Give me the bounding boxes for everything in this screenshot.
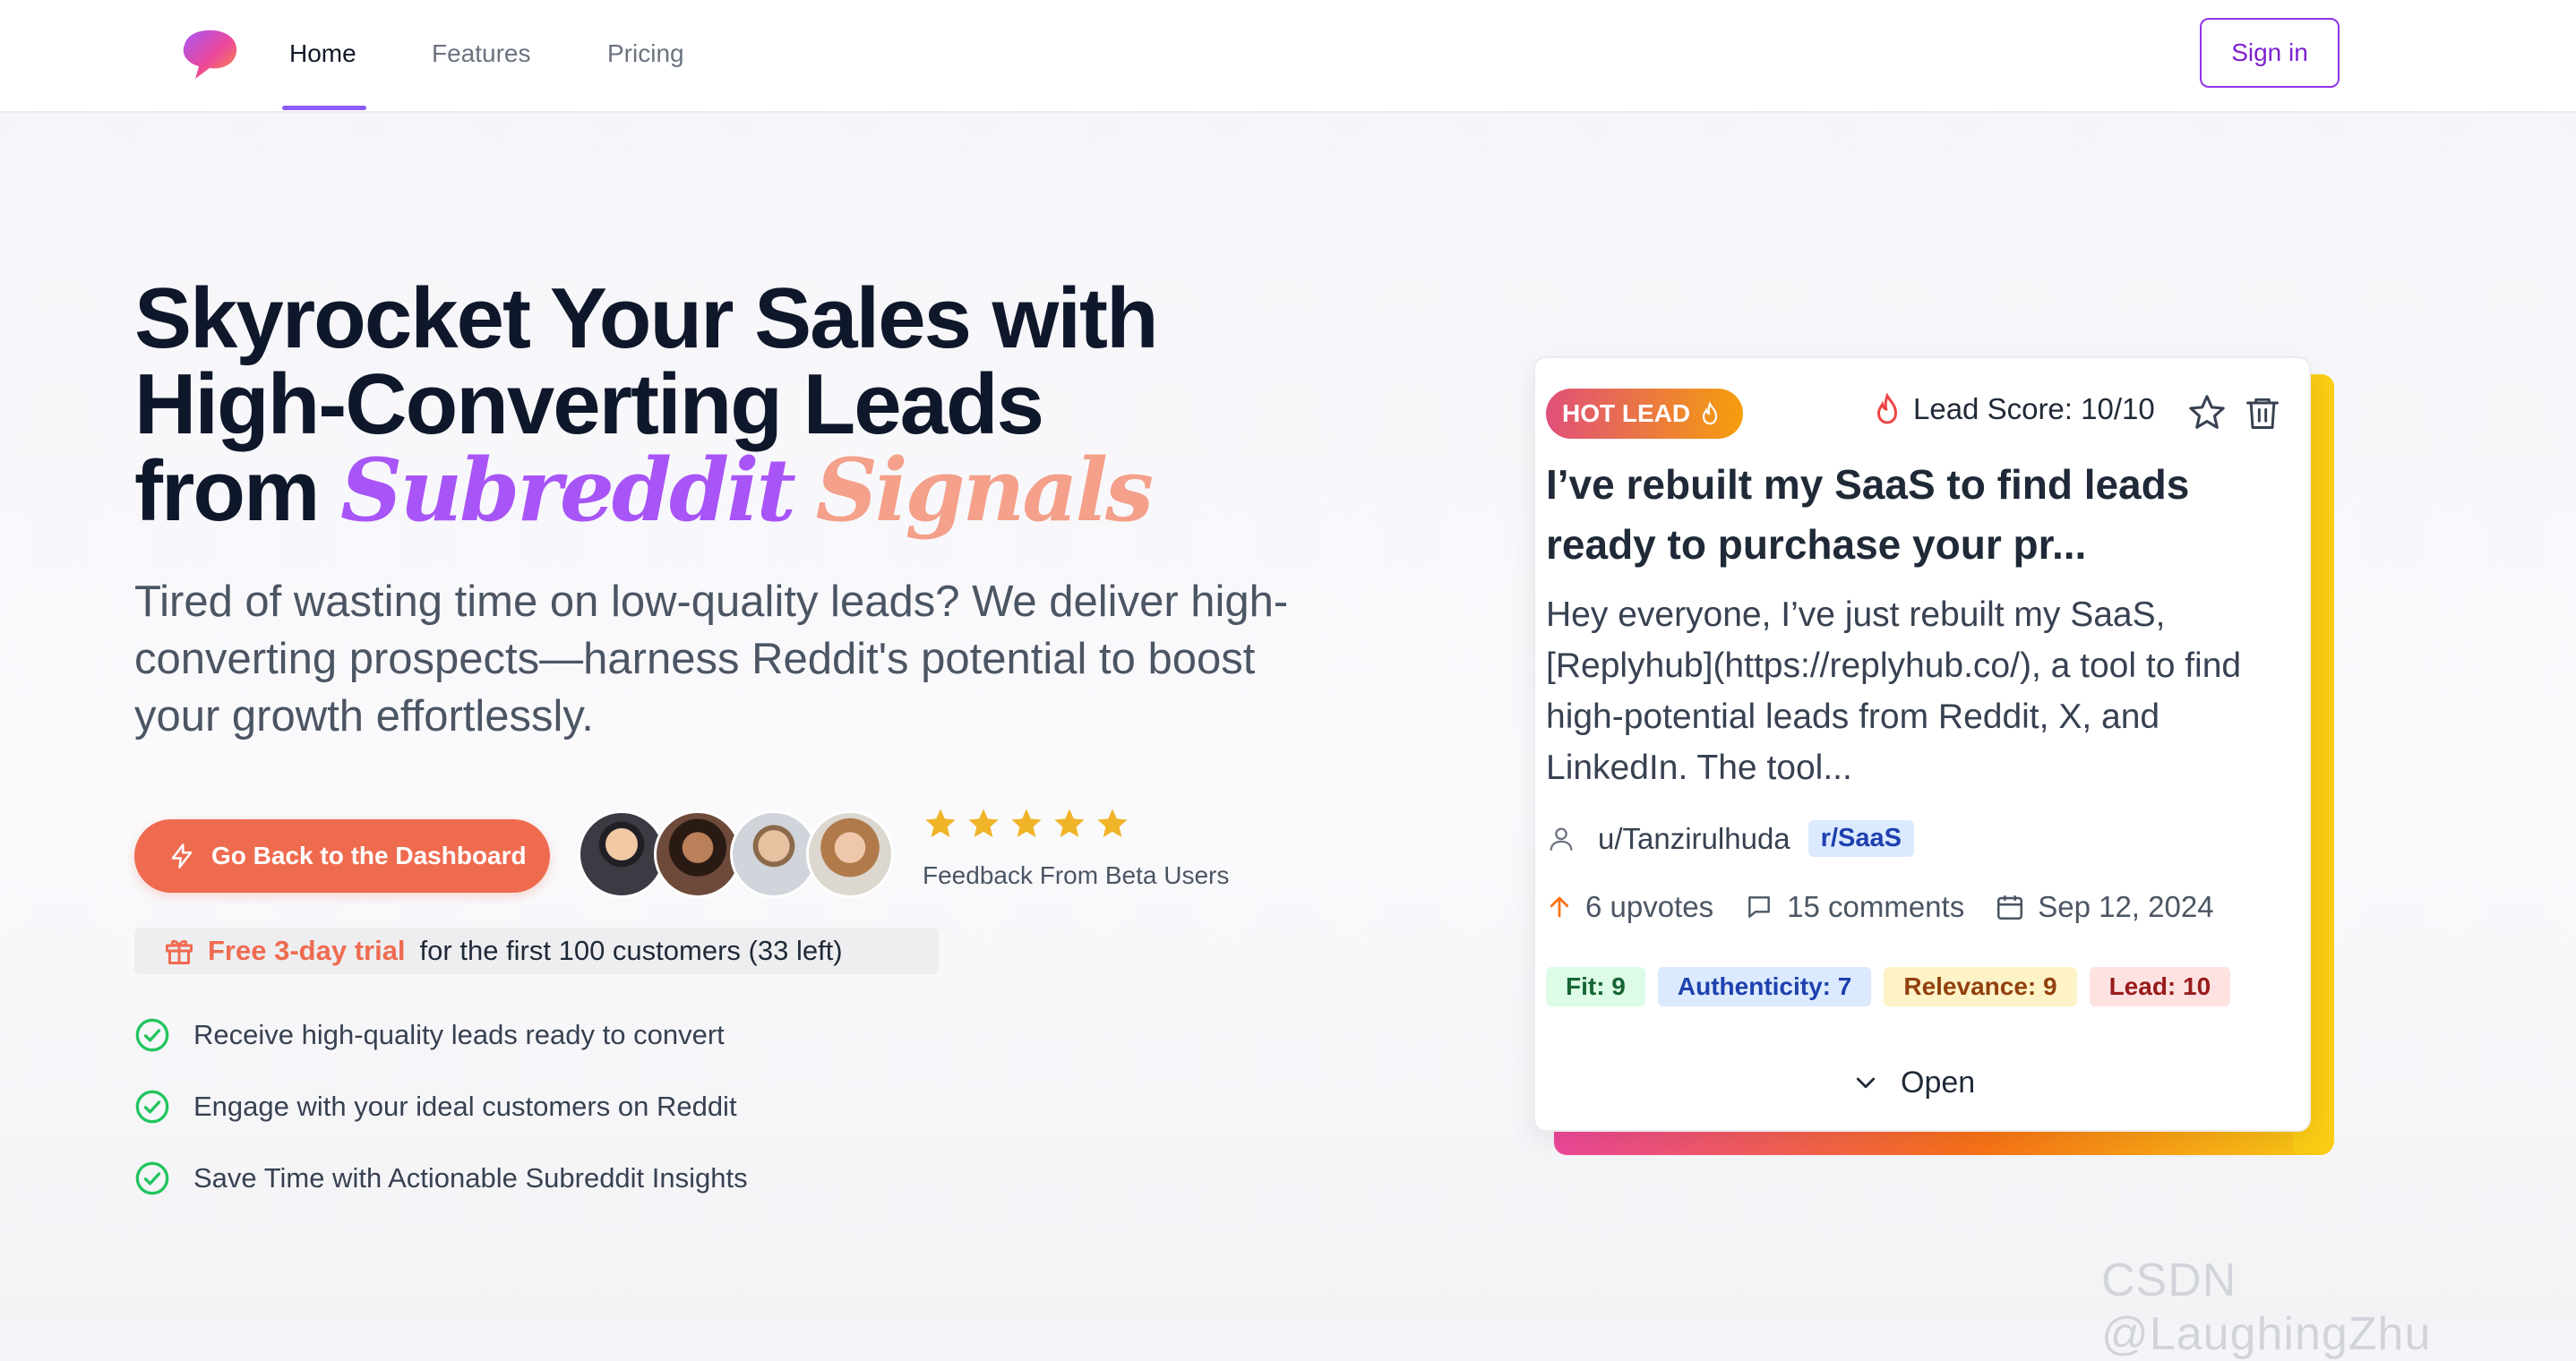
feedback-label: Feedback From Beta Users <box>923 861 1230 889</box>
star-icon <box>1011 809 1042 837</box>
trial-text: for the first 100 customers (33 left) <box>419 935 843 966</box>
arrow-up-icon <box>1550 896 1569 918</box>
score-tags: Fit: 9 Authenticity: 7 Relevance: 9 Lead… <box>1546 967 2231 1006</box>
comments-label: 15 comments <box>1787 890 1965 923</box>
flame-icon <box>1877 392 1897 424</box>
lead-score: Lead Score: 10/10 <box>1872 392 2155 426</box>
nav-features[interactable]: Features <box>432 39 531 68</box>
lead-card: HOT LEAD Lead Score: 10/10 I’ve rebuilt … <box>1533 356 2311 1132</box>
author-row: u/Tanzirulhuda r/SaaS <box>1546 820 1914 857</box>
logo-icon[interactable] <box>179 27 240 82</box>
trial-highlight: Free 3-day trial <box>208 935 406 966</box>
star-icon <box>1097 809 1128 837</box>
checklist-item: Save Time with Actionable Subreddit Insi… <box>134 1160 748 1196</box>
comment-icon <box>1748 896 1770 918</box>
chevron-down-icon <box>1856 1077 1876 1088</box>
lead-score-label: Lead Score: 10/10 <box>1913 392 2155 425</box>
check-circle-icon <box>135 1090 169 1124</box>
relevance-tag: Relevance: 9 <box>1884 967 2077 1006</box>
zap-icon <box>171 843 193 869</box>
headline-line-3-prefix: from <box>134 443 320 539</box>
headline-script-signals: Signals <box>815 440 1154 541</box>
user-icon <box>1550 827 1573 851</box>
subreddit-tag[interactable]: r/SaaS <box>1807 820 1914 857</box>
checklist-text: Engage with your ideal customers on Redd… <box>193 1091 737 1122</box>
headline-line-3: from Subreddit Signals <box>134 448 1299 535</box>
checklist-text: Receive high-quality leads ready to conv… <box>193 1019 725 1050</box>
upvotes-label: 6 upvotes <box>1585 890 1714 923</box>
beta-user-avatars <box>578 810 900 900</box>
calendar-icon <box>1997 895 2023 920</box>
headline-script-subreddit: Subreddit <box>340 440 796 541</box>
nav-pricing[interactable]: Pricing <box>607 39 684 68</box>
lead-title[interactable]: I’ve rebuilt my SaaS to find leads ready… <box>1546 455 2280 575</box>
open-toggle[interactable]: Open <box>1850 1066 1975 1100</box>
authenticity-tag: Authenticity: 7 <box>1657 967 1872 1006</box>
fit-tag: Fit: 9 <box>1546 967 1645 1006</box>
star-icon <box>968 809 999 837</box>
star-outline-icon[interactable] <box>2186 392 2228 433</box>
hero-subtitle: Tired of wasting time on low-quality lea… <box>134 578 1289 740</box>
trial-banner: Free 3-day trial for the first 100 custo… <box>134 928 939 974</box>
lead-body: Hey everyone, I’ve just rebuilt my SaaS,… <box>1546 595 2242 787</box>
hot-lead-badge: HOT LEAD <box>1546 389 1743 439</box>
check-circle-icon <box>135 1161 169 1195</box>
cta-label: Go Back to the Dashboard <box>211 842 527 869</box>
checklist-item: Receive high-quality leads ready to conv… <box>134 1017 725 1053</box>
checklist-item: Engage with your ideal customers on Redd… <box>134 1089 737 1125</box>
star-icon <box>925 809 956 837</box>
checklist-text: Save Time with Actionable Subreddit Insi… <box>193 1162 748 1194</box>
rating-stars <box>923 806 1130 842</box>
avatar <box>806 810 894 898</box>
gift-icon <box>166 939 193 964</box>
avatar <box>730 810 818 898</box>
nav-active-indicator <box>282 106 366 110</box>
flame-icon <box>1703 401 1718 425</box>
check-circle-icon <box>135 1018 169 1052</box>
date-stat: Sep 12, 2024 <box>1995 890 2214 924</box>
dashboard-cta-button[interactable]: Go Back to the Dashboard <box>134 819 550 893</box>
watermark: CSDN @LaughingZhu <box>2101 1254 2432 1360</box>
open-label: Open <box>1901 1066 1976 1100</box>
nav-home[interactable]: Home <box>289 39 356 68</box>
hero-headline: Skyrocket Your Sales with High-Convertin… <box>134 276 1299 535</box>
comments-stat: 15 comments <box>1744 890 1964 924</box>
star-icon <box>1054 809 1085 837</box>
avatar <box>578 810 665 898</box>
lead-tag: Lead: 10 <box>2089 967 2231 1006</box>
sign-in-button[interactable]: Sign in <box>2200 18 2340 88</box>
headline-line-2: High-Converting Leads <box>134 356 1044 452</box>
stats-row: 6 upvotes 15 comments Sep 12, 2024 <box>1546 890 2236 924</box>
trash-icon[interactable] <box>2243 392 2282 433</box>
upvotes-stat: 6 upvotes <box>1546 890 1713 924</box>
avatar <box>654 810 742 898</box>
top-nav: Home Features Pricing Sign in <box>0 0 2576 113</box>
hot-lead-label: HOT LEAD <box>1562 399 1691 427</box>
author-name[interactable]: u/Tanzirulhuda <box>1598 822 1790 856</box>
headline-line-1: Skyrocket Your Sales with <box>134 270 1159 366</box>
date-label: Sep 12, 2024 <box>2038 890 2214 923</box>
